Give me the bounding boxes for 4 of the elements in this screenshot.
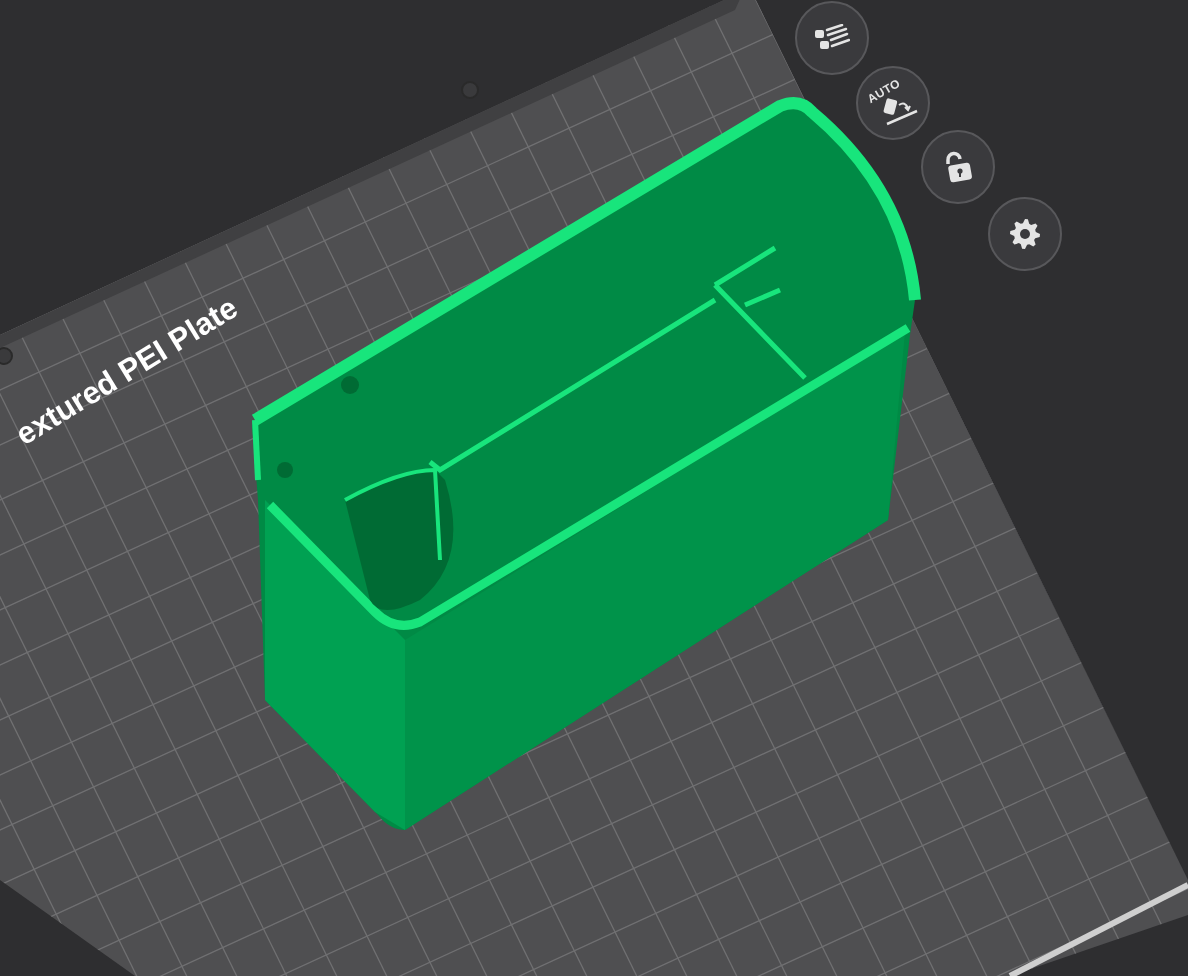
open-padlock-icon [943,151,973,183]
arrange-button[interactable] [795,1,869,75]
arrange-icon [814,24,850,52]
settings-icon [1009,218,1041,250]
